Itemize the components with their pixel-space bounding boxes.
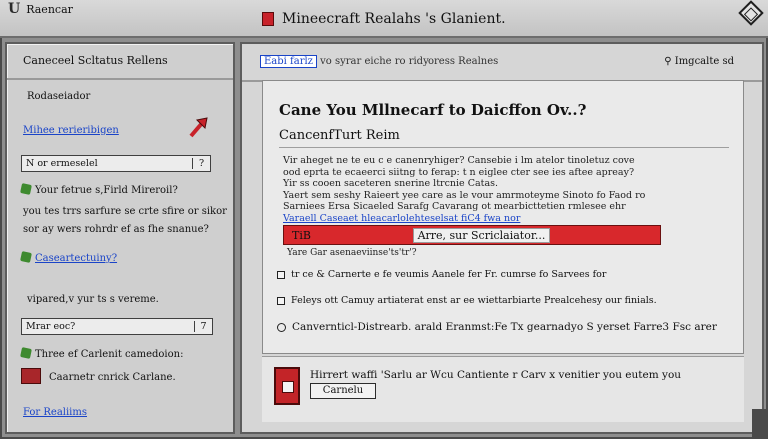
red-item-label[interactable]: Caarnetr cnrick Carlane. [49, 372, 176, 383]
settings-diamond-icon[interactable] [738, 0, 764, 26]
sub-link-row[interactable]: Caseartectuiny? [20, 251, 117, 264]
right-tabs: Eabi farlz vo syrar eiche ro ridy oress … [242, 44, 762, 82]
cancel-button[interactable]: Carnelu [310, 383, 376, 399]
tab-secondary[interactable]: oress Realnes [428, 56, 498, 67]
confirm-banner[interactable]: TiB Arre, sur Scriclaiator... [283, 225, 661, 245]
paragraph-line-one: you tes trrs sarfure se crte sfire or si… [23, 206, 227, 217]
cancel-note: Yare Gar asenaeviinse'ts'tr'? [287, 248, 417, 258]
sub-link[interactable]: Caseartectuiny? [35, 253, 117, 264]
grass-leaf-icon [20, 347, 32, 359]
left-panel: Caneceel Scltatus Rellens Rodaseiador Mi… [5, 42, 235, 434]
section-label: Rodaseiador [27, 91, 91, 102]
paragraph-line: Yir ss cooen saceteren snerine ltrcnie C… [283, 178, 498, 189]
grass-leaf-icon [20, 183, 32, 195]
footer-text: Hirrert waffi 'Sarlu ar Wcu Cantiente r … [310, 369, 682, 381]
question-two-text: Three ef Carlenit camedoion: [35, 349, 184, 360]
tab-primary-label[interactable]: Eabi farlz [260, 55, 317, 68]
plain-line: vipared,v yur ts s vereme. [27, 294, 159, 305]
option-two-label: Feleys ott Camuy artiaterat enst ar ee w… [291, 295, 657, 306]
realm-input-suffix[interactable]: 7 [194, 321, 208, 332]
right-panel: Eabi farlz vo syrar eiche ro ridy oress … [240, 42, 764, 434]
tab-primary[interactable]: Eabi farlz vo syrar eiche ro ridy [260, 55, 429, 68]
search-help-icon[interactable]: ? [192, 158, 206, 169]
option-row-one[interactable]: tr ce & Carnerte e fe veumis Aanele fer … [277, 269, 606, 280]
question-one: Your fetrue s,Firld Mireroil? [20, 183, 178, 196]
realms-link[interactable]: Mihee rerieribigen [23, 125, 119, 136]
card-paragraph: Vir aheget ne te eu c e canenryhiger? Ca… [283, 155, 743, 224]
paragraph-line: Yaert sem seshy Raieert yee care as le v… [283, 189, 646, 201]
card-title: Cane You Mllnecarf to Daicffon Ov..? [279, 101, 587, 119]
question-one-text: Your fetrue s,Firld Mireroil? [35, 185, 178, 196]
option-two-checkbox[interactable] [277, 296, 285, 305]
paragraph-line-two: sor ay wers rohrdr ef as fhe snanue? [23, 224, 209, 235]
option-three-label: Canvernticl-Distrearb. arald Eranmst:Fe … [292, 321, 717, 333]
paragraph-link[interactable]: Varaell Caseaet hleacarlolehteselsat fiC… [283, 213, 743, 225]
search-input[interactable]: N or ermeselel ? [21, 155, 211, 172]
card-divider [279, 147, 729, 148]
banner-left: TiB [292, 228, 311, 242]
window-title: Mineecraft Realahs 's Glanient. [262, 9, 506, 29]
card-subtitle: CancenfTurt Reim [279, 128, 400, 143]
window-center-title: Mineecraft Realahs 's Glanient. [282, 11, 506, 27]
question-two: Three ef Carlenit camedoion: [20, 347, 184, 360]
app-logo-icon: U [8, 1, 21, 17]
title-bar: U Raencar Mineecraft Realahs 's Glanient… [0, 0, 768, 38]
option-three-radio[interactable] [277, 322, 286, 332]
option-one-checkbox[interactable] [277, 270, 285, 279]
paragraph-line: Sarniees Ersa Sicaeled Sarafg Cavarang o… [283, 201, 626, 212]
title-bar-left: U Raencar [8, 1, 73, 17]
paragraph-line: Vir aheget ne te eu c e canenryhiger? Ca… [283, 155, 635, 166]
option-one-label: tr ce & Carnerte e fe veumis Aanele fer … [291, 269, 607, 280]
footer-realms-link[interactable]: For Realiims [23, 407, 87, 418]
location-pin-icon: ⚲ [664, 56, 672, 67]
cancel-card: Cane You Mllnecarf to Daicffon Ov..? Can… [262, 80, 744, 354]
red-block-icon [21, 368, 41, 384]
paragraph-line: ood eprta te ecaeerci siitng to ferap: t… [283, 166, 635, 178]
shield-icon [274, 367, 300, 405]
banner-text[interactable]: Arre, sur Scriclaiator... [412, 227, 551, 243]
window-edge [752, 409, 768, 439]
search-input-value: N or ermeselel [26, 158, 98, 169]
help-link-label: Imgcalte sd [674, 56, 734, 67]
realm-input[interactable]: Mrar eoc? 7 [21, 318, 213, 335]
red-arrow-icon [189, 117, 208, 138]
help-link[interactable]: ⚲ Imgcalte sd [664, 56, 734, 67]
realm-input-value: Mrar eoc? [26, 321, 76, 332]
left-panel-header: Caneceel Scltatus Rellens [7, 44, 233, 80]
card-footer: Hirrert waffi 'Sarlu ar Wcu Cantiente r … [262, 356, 744, 422]
grass-leaf-icon [20, 251, 32, 263]
realm-block-icon [262, 12, 274, 26]
option-row-two[interactable]: Feleys ott Camuy artiaterat enst ar ee w… [277, 295, 657, 306]
window-left-title: Raencar [26, 2, 73, 16]
option-row-three[interactable]: Canvernticl-Distrearb. arald Eranmst:Fe … [277, 321, 717, 333]
tab-primary-sub: vo syrar eiche ro ridy [320, 56, 429, 67]
